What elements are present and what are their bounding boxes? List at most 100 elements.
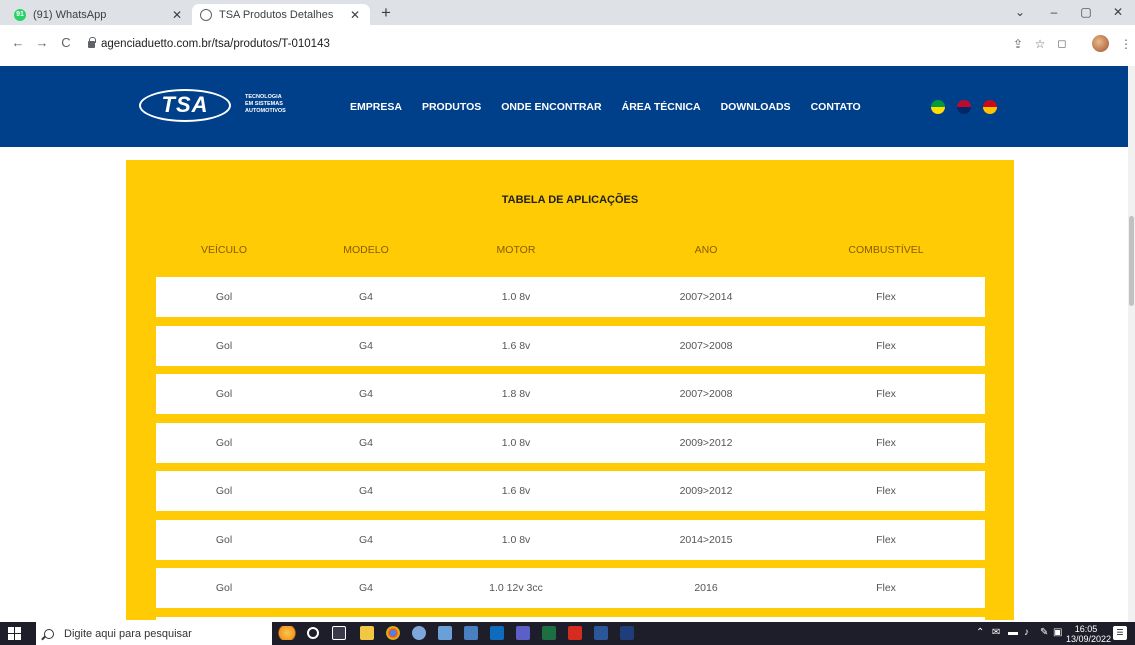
task-view-icon[interactable] [332,626,346,640]
back-button[interactable]: ← [10,35,26,51]
flag-brazil-icon[interactable] [931,100,945,114]
minimize-button[interactable]: – [1042,3,1066,21]
cell-ano: 2007>2014 [679,291,733,303]
close-window-button[interactable]: ✕ [1106,3,1130,21]
scrollbar-thumb[interactable] [1129,216,1134,306]
table-row: Gol G4 1.0 8v 2014>2015 Flex [156,519,985,560]
close-tab-icon[interactable]: ✕ [170,8,184,22]
cell-veiculo: Gol [215,339,233,352]
mail-tray-icon[interactable]: ✉ [992,627,1000,638]
notifications-icon[interactable]: ☰ [1113,626,1127,640]
table-row: Gol G4 1.0 12v 3cc 2016 Flex [156,568,985,608]
tagline-line: EM SISTEMAS [245,101,283,107]
table-row: Gol G4 1.0 8v 2007>2014 Flex [156,277,985,317]
whatsapp-icon: 91 [14,8,26,21]
share-icon[interactable]: ⇪ [1010,36,1026,52]
cell-combustivel: Flex [876,582,896,594]
tagline-line: AUTOMOTIVOS [245,108,286,114]
windows-start-icon[interactable] [8,627,21,640]
cell-motor: 1.8 8v [501,388,531,400]
logo-tagline: TECNOLOGIA EM SISTEMAS AUTOMOTIVOS [245,94,305,115]
taskbar-search[interactable]: Digite aqui para pesquisar [36,622,272,645]
cell-combustivel: Flex [876,485,896,497]
cell-combustivel: Flex [876,291,896,303]
page-scrollbar[interactable] [1128,66,1135,622]
tray-chevron-icon[interactable]: ⌃ [976,627,984,638]
taskbar-clock[interactable]: 16:05 13/09/2022 [1066,624,1111,644]
nav-downloads[interactable]: DOWNLOADS [721,101,791,113]
forward-button[interactable]: → [34,35,50,51]
table-header: VEÍCULO MODELO MOTOR ANO COMBUSTÍVEL [156,244,985,260]
address-bar[interactable]: agenciaduetto.com.br/tsa/produtos/T-0101… [88,31,988,57]
chrome-icon[interactable] [386,626,400,640]
cell-motor: 1.6 8v [501,485,531,497]
cell-ano: 2009>2012 [679,436,733,449]
search-placeholder: Digite aqui para pesquisar [64,627,192,640]
cell-veiculo: Gol [215,291,233,303]
teams-icon[interactable] [516,626,530,640]
bookmark-star-icon[interactable]: ☆ [1032,36,1048,52]
globe-icon [200,8,212,21]
display-icon[interactable]: ▣ [1053,627,1062,638]
site-header: TSA TECNOLOGIA EM SISTEMAS AUTOMOTIVOS E… [0,66,1135,147]
cell-combustivel: Flex [876,339,896,352]
tab-search-icon[interactable]: ⌄ [1008,3,1032,21]
cell-modelo: G4 [358,582,373,594]
menu-icon[interactable]: ⋮ [1118,36,1134,52]
cell-modelo: G4 [358,436,373,449]
cortana-icon[interactable] [307,627,319,639]
nav-empresa[interactable]: EMPRESA [350,101,402,113]
table-row: Gol G4 1.8 8v 2007>2008 Flex [156,374,985,414]
cell-ano: 2014>2015 [679,533,733,546]
nav-contato[interactable]: CONTATO [811,101,861,113]
applications-panel: TABELA DE APLICAÇÕES VEÍCULO MODELO MOTO… [126,160,1014,645]
tagline-line: TECNOLOGIA [245,94,282,100]
nav-area-tecnica[interactable]: ÁREA TÉCNICA [622,101,701,113]
nav-produtos[interactable]: PRODUTOS [422,101,481,113]
new-tab-button[interactable]: + [376,3,396,23]
volume-icon[interactable]: ♪ [1024,627,1029,638]
side-panel-icon[interactable]: ◻ [1054,36,1070,52]
vpn-icon[interactable] [620,626,634,640]
pen-icon[interactable]: ✎ [1040,627,1048,638]
tab-tsa-produtos[interactable]: TSA Produtos Detalhes ✕ [192,4,370,25]
header-motor: MOTOR [496,244,536,256]
close-tab-icon[interactable]: ✕ [348,8,362,22]
browser-toolbar: ← → C agenciaduetto.com.br/tsa/produtos/… [0,25,1135,63]
battery-icon[interactable]: ▬ [1008,627,1018,638]
cell-modelo: G4 [358,291,373,303]
cell-veiculo: Gol [215,388,233,400]
weather-widget-icon[interactable] [276,626,298,640]
cell-veiculo: Gol [215,485,233,497]
cell-motor: 1.0 12v 3cc [489,582,543,594]
app-icon[interactable] [438,626,452,640]
cell-combustivel: Flex [876,388,896,400]
tab-whatsapp[interactable]: 91 (91) WhatsApp ✕ [6,4,192,25]
table-row: Gol G4 1.0 8v 2009>2012 Flex [156,422,985,463]
flag-usa-icon[interactable] [957,100,971,114]
lock-icon [88,36,96,48]
outlook-icon[interactable] [490,626,504,640]
file-explorer-icon[interactable] [360,626,374,640]
cell-ano: 2016 [694,582,718,594]
browser-tabstrip: 91 (91) WhatsApp ✕ TSA Produtos Detalhes… [0,0,1135,25]
cell-motor: 1.0 8v [501,533,531,546]
acrobat-icon[interactable] [568,626,582,640]
tsa-logo[interactable]: TSA [139,89,231,122]
flag-spain-icon[interactable] [983,100,997,114]
reload-button[interactable]: C [58,35,74,51]
maximize-button[interactable]: ▢ [1074,3,1098,21]
nav-onde-encontrar[interactable]: ONDE ENCONTRAR [501,101,601,113]
cell-veiculo: Gol [215,436,233,449]
table-title: TABELA DE APLICAÇÕES [501,194,639,206]
excel-icon[interactable] [542,626,556,640]
cell-ano: 2009>2012 [679,485,733,497]
calculator-icon[interactable] [464,626,478,640]
header-modelo: MODELO [343,244,389,256]
paint-icon[interactable] [412,626,426,640]
search-icon [44,628,54,639]
word-icon[interactable] [594,626,608,640]
url-text: agenciaduetto.com.br/tsa/produtos/T-0101… [101,38,330,50]
profile-avatar[interactable] [1092,35,1109,52]
cell-ano: 2007>2008 [679,388,733,400]
